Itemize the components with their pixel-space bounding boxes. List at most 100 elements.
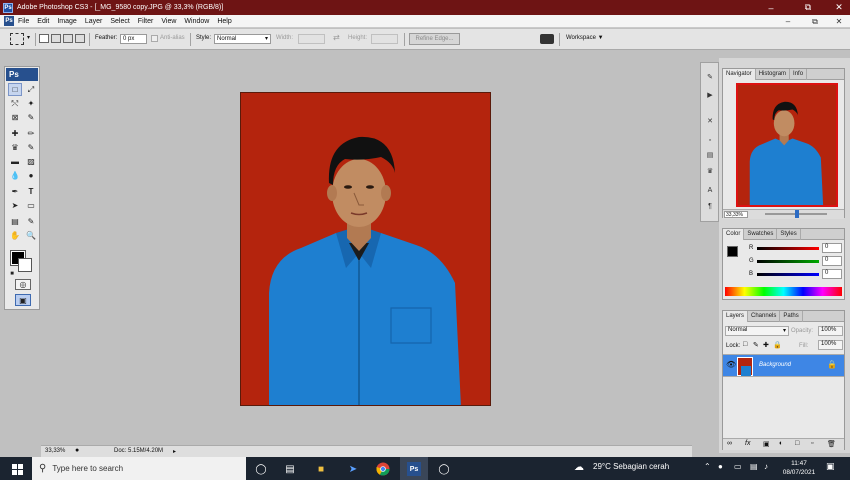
color-ramp[interactable] xyxy=(725,287,842,296)
tab-paths[interactable]: Paths xyxy=(780,311,803,322)
color-fg-swatch[interactable] xyxy=(727,246,738,257)
slice-tool-icon[interactable]: ✎ xyxy=(24,111,38,124)
notes-tool-icon[interactable]: ▤ xyxy=(8,215,22,228)
pen-tool-icon[interactable]: ✒ xyxy=(8,185,22,198)
layer-name[interactable]: Background xyxy=(759,362,791,368)
minimize-button[interactable]: – xyxy=(760,0,782,15)
file-explorer-icon[interactable]: ■ xyxy=(314,462,328,476)
menu-layer[interactable]: Layer xyxy=(85,18,103,25)
menu-help[interactable]: Help xyxy=(217,18,231,25)
menu-image[interactable]: Image xyxy=(57,18,76,25)
gradient-tool-icon[interactable]: ▨ xyxy=(24,155,38,168)
navigator-zoom-input[interactable]: 33,33% xyxy=(724,211,748,218)
weather-text[interactable]: 29°C Sebagian cerah xyxy=(593,462,669,471)
new-selection-icon[interactable] xyxy=(39,34,49,43)
actions-icon[interactable]: ▶ xyxy=(704,89,716,100)
document-icon[interactable]: Ps xyxy=(4,16,14,26)
subtract-selection-icon[interactable] xyxy=(63,34,73,43)
restore-button[interactable]: ⧉ xyxy=(797,0,819,15)
tab-histogram[interactable]: Histogram xyxy=(756,69,791,80)
blur-tool-icon[interactable]: 💧 xyxy=(8,169,22,182)
menu-view[interactable]: View xyxy=(161,18,176,25)
menu-file[interactable]: File xyxy=(18,18,29,25)
notifications-icon[interactable]: ▣ xyxy=(826,461,835,472)
healing-brush-icon[interactable]: ✚ xyxy=(8,127,22,140)
tab-swatches[interactable]: Swatches xyxy=(744,229,778,240)
height-input[interactable] xyxy=(371,34,398,44)
widgets-icon[interactable]: ▤ xyxy=(283,462,297,476)
link-layers-icon[interactable]: ∞ xyxy=(727,440,732,447)
paragraph-icon[interactable]: ¶ xyxy=(704,201,716,212)
dodge-tool-icon[interactable]: ● xyxy=(24,169,38,182)
bridge-icon[interactable] xyxy=(540,34,554,44)
crop-tool-icon[interactable]: ⊠ xyxy=(8,111,22,124)
layer-row-background[interactable]: 👁 Background 🔒 xyxy=(723,354,844,377)
tab-layers[interactable]: Layers xyxy=(723,311,749,322)
tab-navigator[interactable]: Navigator xyxy=(723,69,756,80)
status-menu-icon[interactable]: ▸ xyxy=(173,448,176,455)
menu-select[interactable]: Select xyxy=(110,18,129,25)
doc-close-icon[interactable]: ✕ xyxy=(829,15,849,28)
tab-color[interactable]: Color xyxy=(723,229,745,240)
refine-edge-button[interactable]: Refine Edge... xyxy=(409,33,460,45)
photoshop-taskbar-icon[interactable]: Ps xyxy=(407,462,421,476)
width-input[interactable] xyxy=(298,34,325,44)
navigator-thumbnail[interactable] xyxy=(736,83,838,207)
character-icon[interactable]: A xyxy=(704,185,716,196)
lasso-tool-icon[interactable]: ⤲ xyxy=(8,97,22,110)
eraser-tool-icon[interactable]: ▬ xyxy=(8,155,22,168)
move-tool-icon[interactable]: ⤢ xyxy=(24,83,38,96)
tab-styles[interactable]: Styles xyxy=(777,229,801,240)
eye-visibility-icon[interactable]: 👁 xyxy=(726,360,736,369)
taskbar-search-box[interactable]: ⚲ Type here to search xyxy=(32,457,246,480)
camera-app-icon[interactable]: ◯ xyxy=(437,462,451,476)
microphone-icon[interactable]: ● xyxy=(718,462,723,471)
task-view-icon[interactable]: ◯ xyxy=(254,462,268,476)
tray-chevron-icon[interactable]: ⌃ xyxy=(704,462,711,471)
g-slider[interactable] xyxy=(757,260,819,263)
add-selection-icon[interactable] xyxy=(51,34,61,43)
history-icon[interactable]: ▤ xyxy=(704,149,716,160)
tab-channels[interactable]: Channels xyxy=(748,311,781,322)
taskbar-clock[interactable]: 11:47 08/07/2021 xyxy=(782,459,816,477)
marquee-tool-icon[interactable]: □ xyxy=(8,83,22,96)
g-input[interactable]: 0 xyxy=(822,256,842,266)
menu-filter[interactable]: Filter xyxy=(138,18,154,25)
windows-start-icon[interactable] xyxy=(12,464,23,475)
lock-transparency-icon[interactable]: □ xyxy=(743,341,747,348)
menu-edit[interactable]: Edit xyxy=(37,18,49,25)
swap-icon[interactable]: ⇄ xyxy=(333,33,340,42)
type-tool-icon[interactable]: T xyxy=(24,185,38,198)
volume-icon[interactable]: ♪ xyxy=(764,462,768,471)
fill-input[interactable]: 100% xyxy=(818,340,843,350)
doc-restore-icon[interactable]: ⧉ xyxy=(805,15,825,28)
new-group-icon[interactable]: □ xyxy=(795,440,799,447)
brushes-icon[interactable]: ✎ xyxy=(704,71,716,82)
clone-source-icon[interactable]: ♛ xyxy=(704,165,716,176)
feather-input[interactable]: 0 px xyxy=(120,34,147,44)
workspace-menu[interactable]: Workspace ▼ xyxy=(566,35,604,41)
antialias-checkbox[interactable] xyxy=(151,35,158,42)
b-input[interactable]: 0 xyxy=(822,269,842,279)
marquee-preset-icon[interactable] xyxy=(10,33,24,45)
lock-image-icon[interactable]: ✎ xyxy=(753,341,759,349)
adjustment-layer-icon[interactable]: ◐ xyxy=(779,440,783,447)
chevron-down-icon[interactable]: ▾ xyxy=(27,34,30,41)
lock-position-icon[interactable]: ✚ xyxy=(763,341,769,349)
hand-tool-icon[interactable]: ✋ xyxy=(8,229,22,242)
tab-info[interactable]: Info xyxy=(790,69,808,80)
quick-mask-icon[interactable]: ◎ xyxy=(15,279,31,290)
status-info-icon[interactable]: ● xyxy=(75,447,79,454)
store-icon[interactable]: ➤ xyxy=(346,462,360,476)
chrome-icon[interactable] xyxy=(376,462,390,476)
screen-mode-icon[interactable]: ▣ xyxy=(15,294,31,306)
battery-icon[interactable]: ▭ xyxy=(734,462,742,471)
close-button[interactable]: ✕ xyxy=(828,0,850,15)
history-brush-icon[interactable]: ✎ xyxy=(24,141,38,154)
r-slider[interactable] xyxy=(757,247,819,250)
intersect-selection-icon[interactable] xyxy=(75,34,85,43)
document-canvas[interactable] xyxy=(240,92,491,406)
blend-mode-select[interactable]: Normal ▾ xyxy=(725,326,789,336)
network-icon[interactable]: ▤ xyxy=(750,462,758,471)
status-zoom[interactable]: 33,33% xyxy=(45,448,65,454)
